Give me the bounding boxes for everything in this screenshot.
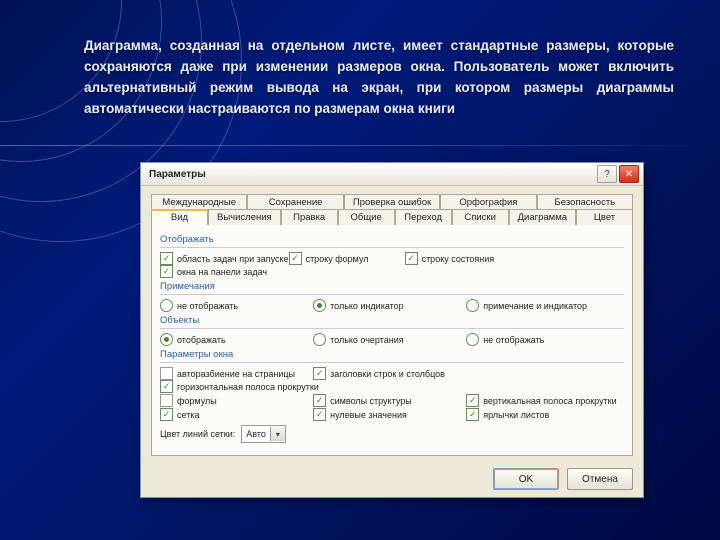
checkbox-formulas[interactable]: формулы [160, 394, 313, 407]
checkbox-formulabar[interactable]: строку формул [289, 252, 405, 265]
checkbox-zeros[interactable]: нулевые значения [313, 408, 466, 421]
tab-spelling[interactable]: Орфография [440, 194, 536, 210]
tab-panel: Отображать область задач при запуске стр… [151, 224, 633, 456]
checkbox-vscroll[interactable]: вертикальная полоса прокрутки [466, 394, 619, 407]
chevron-down-icon: ▾ [270, 427, 285, 441]
group-window-title: Параметры окна [160, 349, 624, 360]
group-objects-title: Объекты [160, 315, 624, 326]
radio-comments-none[interactable]: не отображать [160, 299, 313, 312]
help-button[interactable]: ? [597, 165, 617, 183]
checkbox-taskpane[interactable]: область задач при запуске [160, 252, 289, 265]
tab-transition[interactable]: Переход [395, 209, 452, 225]
tab-general[interactable]: Общие [338, 209, 395, 225]
checkbox-statusbar[interactable]: строку состояния [405, 252, 521, 265]
tab-view[interactable]: Вид [151, 209, 208, 225]
tab-row-upper: Международные Сохранение Проверка ошибок… [151, 194, 633, 209]
tab-edit[interactable]: Правка [281, 209, 338, 225]
radio-comments-both[interactable]: примечание и индикатор [466, 299, 619, 312]
tab-errorcheck[interactable]: Проверка ошибок [344, 194, 440, 210]
checkbox-hscroll[interactable]: горизонтальная полоса прокрутки [160, 380, 319, 393]
group-display-title: Отображать [160, 234, 624, 245]
group-comments-title: Примечания [160, 281, 624, 292]
checkbox-sheettabs[interactable]: ярлычки листов [466, 408, 619, 421]
ok-button[interactable]: OK [493, 468, 559, 490]
radio-objects-hide[interactable]: не отображать [466, 333, 619, 346]
gridcolor-value: Авто [242, 429, 270, 439]
titlebar: Параметры ? ✕ [141, 163, 643, 186]
radio-objects-placeholders[interactable]: только очертания [313, 333, 466, 346]
tab-calc[interactable]: Вычисления [208, 209, 281, 225]
checkbox-gridlines[interactable]: сетка [160, 408, 313, 421]
slide-caption: Диаграмма, созданная на отдельном листе,… [84, 36, 674, 120]
gridcolor-label: Цвет линий сетки: [160, 429, 235, 439]
checkbox-taskbar-windows[interactable]: окна на панели задач [160, 265, 276, 278]
tab-lists[interactable]: Списки [452, 209, 509, 225]
options-dialog: Параметры ? ✕ Международные Сохранение П… [140, 162, 644, 498]
tab-chart[interactable]: Диаграмма [509, 209, 576, 225]
radio-objects-show[interactable]: отображать [160, 333, 313, 346]
checkbox-headers[interactable]: заголовки строк и столбцов [313, 367, 466, 380]
gridcolor-dropdown[interactable]: Авто ▾ [241, 425, 286, 443]
cancel-button[interactable]: Отмена [567, 468, 633, 490]
close-button[interactable]: ✕ [619, 165, 639, 183]
tab-international[interactable]: Международные [151, 194, 247, 210]
tab-row-lower: Вид Вычисления Правка Общие Переход Спис… [151, 209, 633, 224]
radio-comments-indicator[interactable]: только индикатор [313, 299, 466, 312]
tab-save[interactable]: Сохранение [247, 194, 343, 210]
tab-security[interactable]: Безопасность [537, 194, 633, 210]
checkbox-pagebreaks[interactable]: авторазбиение на страницы [160, 367, 313, 380]
dialog-title: Параметры [145, 169, 206, 180]
checkbox-outline[interactable]: символы структуры [313, 394, 466, 407]
tab-color[interactable]: Цвет [576, 209, 633, 225]
